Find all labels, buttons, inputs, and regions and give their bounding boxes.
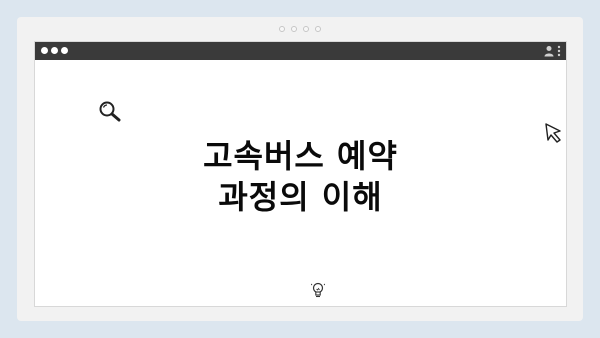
minimize-dot[interactable]	[51, 47, 58, 54]
page-title: 고속버스 예약 과정의 이해	[35, 136, 566, 218]
titlebar-icons	[544, 45, 561, 57]
user-icon[interactable]	[544, 45, 554, 57]
slide-card: 고속버스 예약 과정의 이해	[17, 17, 583, 321]
pager-dot[interactable]	[315, 26, 321, 32]
pager-dot[interactable]	[279, 26, 285, 32]
pager-dots	[17, 26, 583, 32]
pager-dot[interactable]	[291, 26, 297, 32]
title-line-2: 과정의 이해	[218, 178, 383, 216]
kebab-menu-icon[interactable]	[557, 45, 561, 57]
maximize-dot[interactable]	[61, 47, 68, 54]
close-dot[interactable]	[41, 47, 48, 54]
browser-window: 고속버스 예약 과정의 이해	[34, 41, 567, 307]
window-controls	[41, 47, 68, 54]
pager-dot[interactable]	[303, 26, 309, 32]
slide-stage: 고속버스 예약 과정의 이해	[0, 0, 600, 338]
title-line-1: 고속버스 예약	[203, 137, 398, 175]
lightbulb-icon	[311, 282, 325, 298]
search-icon	[99, 101, 121, 122]
window-titlebar	[35, 42, 566, 60]
